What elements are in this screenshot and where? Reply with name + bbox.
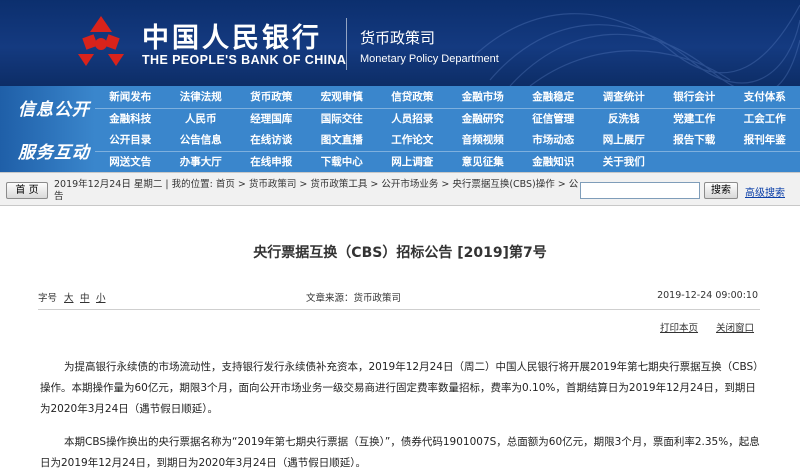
divider (38, 309, 760, 310)
article-date: 2019-12-24 09:00:10 (657, 290, 758, 301)
nav-info-item[interactable]: 反洗钱 (589, 109, 660, 129)
breadcrumb: 2019年12月24日 星期二 | 我的位置: 首页 > 货币政策司 > 货币政策工具 >… (54, 179, 579, 202)
logo-english-name: THE PEOPLE'S BANK OF CHINA (142, 53, 347, 67)
breadcrumb-separator: > (441, 179, 450, 190)
print-page-link[interactable]: 打印本页 (660, 320, 698, 334)
nav-service-item[interactable]: 金融知识 (518, 152, 589, 172)
nav-info-item[interactable]: 支付体系 (730, 87, 800, 107)
breadcrumb-bar: 首 页 2019年12月24日 星期二 | 我的位置: 首页 > 货币政策司 > 货币政… (0, 172, 800, 206)
nav-service-item[interactable]: 公开目录 (95, 130, 166, 150)
nav-info-label: 信息公开 (18, 100, 90, 120)
nav-service-label: 服务互动 (18, 143, 90, 163)
article-meta: 字号 大 中 小 文章来源：货币政策司 2019-12-24 09:00:10 (38, 290, 758, 304)
font-size-large-link[interactable]: 大 (64, 290, 74, 304)
article-paragraph: 本期CBS操作换出的央行票据名称为“2019年第七期央行票据（互换）”，债券代码… (40, 432, 762, 474)
font-size-small-link[interactable]: 小 (96, 290, 106, 304)
search-button[interactable]: 搜索 (704, 182, 738, 199)
logo-chinese-name: 中国人民银行 (142, 23, 322, 54)
nav-info-item[interactable]: 经理国库 (236, 109, 307, 129)
nav-info-item[interactable]: 人民币 (166, 109, 237, 129)
advanced-search-link[interactable]: 高级搜索 (745, 184, 785, 199)
nav-info-item[interactable]: 工会工作 (730, 109, 800, 129)
nav-service-item[interactable]: 音频视频 (448, 130, 519, 150)
nav-info-item[interactable]: 金融市场 (448, 87, 519, 107)
breadcrumb-link[interactable]: 货币政策工具 (310, 179, 367, 190)
breadcrumb-link[interactable]: 货币政策司 (249, 179, 297, 190)
nav-info-item[interactable]: 调查统计 (589, 87, 660, 107)
department-chinese-name: 货币政策司 (360, 29, 436, 47)
logo-divider (346, 18, 347, 70)
nav-info-item[interactable]: 征信管理 (518, 109, 589, 129)
nav-service-item[interactable]: 图文直播 (307, 130, 378, 150)
font-size-label: 字号 (38, 293, 58, 304)
breadcrumb-link[interactable]: 公开市场业务 (381, 179, 438, 190)
nav-row: 新闻发布 法律法规 货币政策 宏观审慎 信贷政策 金融市场 金融稳定 调查统计 银行会计 支付体系 (95, 87, 800, 108)
nav-service-item[interactable]: 网上调查 (377, 152, 448, 172)
nav-info-item[interactable]: 党建工作 (659, 109, 730, 129)
nav-info-item[interactable]: 法律法规 (166, 87, 237, 107)
article-source: 文章来源：货币政策司 (306, 293, 402, 304)
home-button[interactable]: 首 页 (6, 182, 48, 199)
nav-service-item[interactable]: 报刊年鉴 (730, 130, 800, 150)
nav-information-disclosure: 信息公开 新闻发布 法律法规 货币政策 宏观审慎 信贷政策 金融市场 金融稳定 调查统计 银行会… (0, 86, 800, 129)
nav-info-grid: 新闻发布 法律法规 货币政策 宏观审慎 信贷政策 金融市场 金融稳定 调查统计 银行会计 支付体系… (95, 86, 800, 129)
breadcrumb-link[interactable]: 央行票据互换(CBS)操作 (452, 179, 554, 190)
nav-service-item[interactable]: 工作论文 (377, 130, 448, 150)
nav-service-item[interactable]: 关于我们 (589, 152, 660, 172)
location-label: 我的位置: (171, 179, 213, 190)
breadcrumb-separator: > (370, 179, 379, 190)
paragraph-text: 本期CBS操作换出的央行票据名称为“2019年第七期央行票据（互换）”，债券代码… (40, 436, 760, 469)
nav-info-item[interactable]: 金融科技 (95, 109, 166, 129)
paragraph-text: 为提高银行永续债的市场流动性，支持银行发行永续债补充资本，2019年12月24日… (40, 361, 759, 415)
nav-service-item[interactable]: 在线申报 (236, 152, 307, 172)
nav-service-item[interactable]: 报告下载 (659, 130, 730, 150)
nav-info-item[interactable]: 信贷政策 (377, 87, 448, 107)
search-input[interactable] (580, 182, 700, 199)
nav-info-item[interactable]: 货币政策 (236, 87, 307, 107)
nav-service-item[interactable]: 公告信息 (166, 130, 237, 150)
nav-service-item[interactable]: 意见征集 (448, 152, 519, 172)
nav-info-item[interactable]: 人员招录 (377, 109, 448, 129)
nav-service-item[interactable]: 在线访谈 (236, 130, 307, 150)
site-header: 中国人民银行 THE PEOPLE'S BANK OF CHINA 货币政策司 … (0, 0, 800, 86)
nav-service-item[interactable]: 下载中心 (307, 152, 378, 172)
nav-section-label: 信息公开 (0, 86, 95, 129)
article: 央行票据互换（CBS）招标公告 [2019]第7号 字号 大 中 小 文章来源：… (0, 206, 800, 476)
nav-section-label: 服务互动 (0, 129, 95, 172)
nav-service-grid: 公开目录 公告信息 在线访谈 图文直播 工作论文 音频视频 市场动态 网上展厅 报告下载 报刊年鉴… (95, 129, 800, 172)
nav-info-item[interactable]: 金融研究 (448, 109, 519, 129)
department-english-name: Monetary Policy Department (360, 53, 499, 65)
nav-row: 金融科技 人民币 经理国库 国际交往 人员招录 金融研究 征信管理 反洗钱 党建工作 工会工作 (95, 108, 800, 129)
breadcrumb-separator: > (237, 179, 246, 190)
nav-service-item[interactable]: 网送文告 (95, 152, 166, 172)
nav-service-item[interactable]: 办事大厅 (166, 152, 237, 172)
font-size-medium-link[interactable]: 中 (80, 290, 90, 304)
article-title: 央行票据互换（CBS）招标公告 [2019]第7号 (253, 245, 547, 261)
nav-info-item[interactable]: 国际交往 (307, 109, 378, 129)
nav-service-item[interactable]: 市场动态 (518, 130, 589, 150)
article-paragraph: 为提高银行永续债的市场流动性，支持银行发行永续债补充资本，2019年12月24日… (40, 357, 762, 420)
pboc-emblem-icon (78, 16, 124, 66)
nav-row: 公开目录 公告信息 在线访谈 图文直播 工作论文 音频视频 市场动态 网上展厅 报告下载 报刊年鉴 (95, 130, 800, 151)
nav-info-item[interactable]: 宏观审慎 (307, 87, 378, 107)
nav-info-item[interactable]: 新闻发布 (95, 87, 166, 107)
breadcrumb-separator: > (557, 179, 566, 190)
nav-service-item[interactable]: 网上展厅 (589, 130, 660, 150)
header-pattern (470, 4, 800, 86)
current-date: 2019年12月24日 星期二 (54, 179, 163, 190)
nav-info-item[interactable]: 银行会计 (659, 87, 730, 107)
close-window-link[interactable]: 关闭窗口 (716, 320, 754, 334)
nav-service-interaction: 服务互动 公开目录 公告信息 在线访谈 图文直播 工作论文 音频视频 市场动态 网上展厅 报告下… (0, 129, 800, 172)
breadcrumb-link[interactable]: 首页 (216, 179, 235, 190)
nav-info-item[interactable]: 金融稳定 (518, 87, 589, 107)
nav-row: 网送文告 办事大厅 在线申报 下载中心 网上调查 意见征集 金融知识 关于我们 (95, 151, 800, 172)
breadcrumb-separator: > (299, 179, 308, 190)
